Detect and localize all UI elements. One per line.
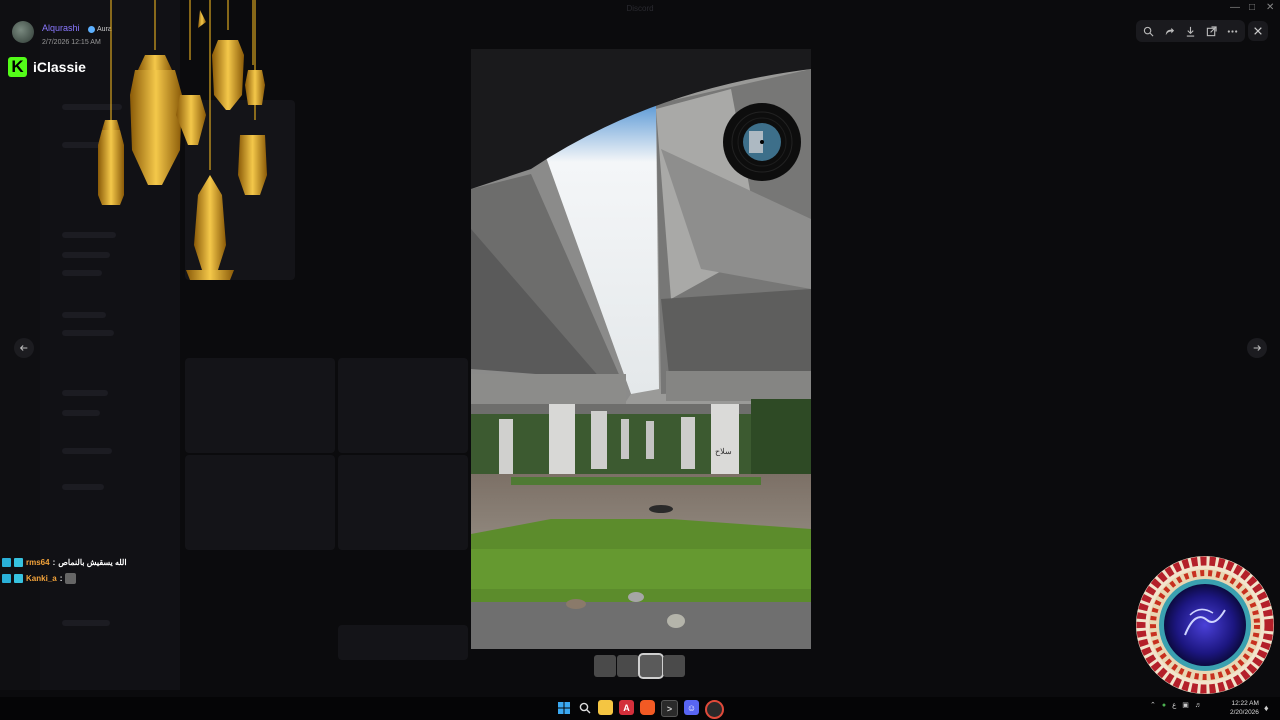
chat-badge-icon — [14, 573, 23, 583]
open-external-icon — [1206, 25, 1217, 36]
viewer-image[interactable]: سلاح — [471, 49, 811, 649]
previous-image-button[interactable] — [14, 338, 34, 358]
notification-bell-icon[interactable]: ♦ — [1264, 703, 1269, 713]
image-toolbar — [1136, 20, 1245, 42]
author-name[interactable]: Alqurashi — [42, 23, 80, 33]
chat-username: rms64 — [26, 557, 50, 567]
chat-separator: : — [52, 557, 56, 567]
windows-start-icon[interactable] — [556, 700, 571, 715]
channel-placeholder — [62, 448, 112, 454]
clock-date: 2/20/2026 — [1230, 709, 1259, 716]
channel-placeholder — [62, 330, 114, 336]
thumbnail-selected[interactable] — [638, 653, 664, 679]
chat-badge-icon — [2, 557, 11, 567]
next-image-button[interactable] — [1247, 338, 1267, 358]
forward-button[interactable] — [1162, 23, 1178, 39]
close-icon — [1254, 27, 1262, 35]
chat-message: rms64 : الله يسقيش بالنماص — [2, 554, 127, 570]
channel-placeholder — [62, 390, 108, 396]
lanterns-decoration — [98, 0, 267, 280]
forward-icon — [1165, 27, 1175, 35]
chevron-up-icon[interactable]: ⌃ — [1150, 701, 1156, 709]
svg-text:سلاح: سلاح — [715, 447, 732, 456]
minimize-icon[interactable]: — — [1230, 2, 1240, 13]
chat-separator: : — [59, 573, 63, 583]
chat-badge-icon — [2, 573, 11, 583]
chat-username: Kanki_a — [26, 573, 57, 583]
highway-underpass-photo: سلاح — [471, 49, 811, 649]
windows-taskbar: A > ☺ ⌃ ● ع ▣ ♬ 12:22 AM 2/20/2026 ♦ — [0, 697, 1280, 720]
thumbnail-strip — [594, 653, 685, 679]
chat-emote-icon — [65, 572, 77, 584]
file-explorer-icon[interactable] — [598, 700, 613, 715]
message-attachment — [338, 358, 468, 453]
more-icon — [1227, 29, 1238, 33]
maximize-icon[interactable]: □ — [1249, 2, 1255, 13]
download-button[interactable] — [1183, 23, 1199, 39]
channel-placeholder — [62, 620, 110, 626]
chrome-icon[interactable] — [705, 700, 724, 719]
message-attachment — [185, 455, 335, 550]
discord-icon[interactable]: ☺ — [684, 700, 699, 715]
terminal-icon[interactable]: > — [661, 700, 678, 717]
network-icon[interactable]: ▣ — [1182, 701, 1189, 709]
arrow-right-icon — [1253, 345, 1262, 351]
thumbnail[interactable] — [617, 655, 639, 677]
arrow-left-icon — [19, 345, 28, 351]
microphone-icon[interactable]: ● — [1162, 702, 1166, 709]
streamer-name: iClassie — [33, 59, 86, 75]
thumbnail[interactable] — [594, 655, 616, 677]
kick-logo: K iClassie — [8, 57, 86, 77]
message-attachment — [185, 358, 335, 453]
stream-chat-overlay: rms64 : الله يسقيش بالنماص Kanki_a : — [2, 554, 127, 586]
brave-browser-icon[interactable] — [640, 700, 655, 715]
download-icon — [1186, 26, 1195, 37]
chat-text: الله يسقيش بالنماص — [58, 557, 127, 567]
kick-k-icon: K — [8, 57, 27, 77]
ramadan-ornament-icon — [1136, 556, 1274, 694]
taskbar-apps: A > ☺ — [556, 700, 724, 719]
angular-app-icon[interactable]: A — [619, 700, 634, 715]
input-language[interactable]: ع — [1172, 701, 1176, 709]
zoom-icon — [1143, 26, 1154, 36]
window-close-icon[interactable]: ✕ — [1266, 2, 1274, 13]
more-button[interactable] — [1225, 23, 1241, 39]
chat-message: Kanki_a : — [2, 570, 127, 586]
avatar[interactable] — [12, 21, 34, 43]
search-icon[interactable] — [577, 700, 592, 715]
open-external-button[interactable] — [1204, 23, 1220, 39]
volume-icon[interactable]: ♬ — [1195, 702, 1202, 709]
channel-placeholder — [62, 312, 106, 318]
channel-placeholder — [62, 410, 100, 416]
clock-time: 12:22 AM — [1231, 700, 1259, 707]
chat-badge-icon — [14, 557, 23, 567]
close-viewer-button[interactable] — [1248, 21, 1268, 41]
thumbnail[interactable] — [663, 655, 685, 677]
message-attachment — [338, 455, 468, 550]
zoom-button[interactable] — [1141, 23, 1157, 39]
system-tray: ⌃ ● ع ▣ ♬ — [1150, 701, 1202, 710]
taskbar-clock[interactable]: 12:22 AM 2/20/2026 — [1230, 699, 1259, 717]
channel-placeholder — [62, 484, 104, 490]
message-attachment — [338, 625, 468, 660]
